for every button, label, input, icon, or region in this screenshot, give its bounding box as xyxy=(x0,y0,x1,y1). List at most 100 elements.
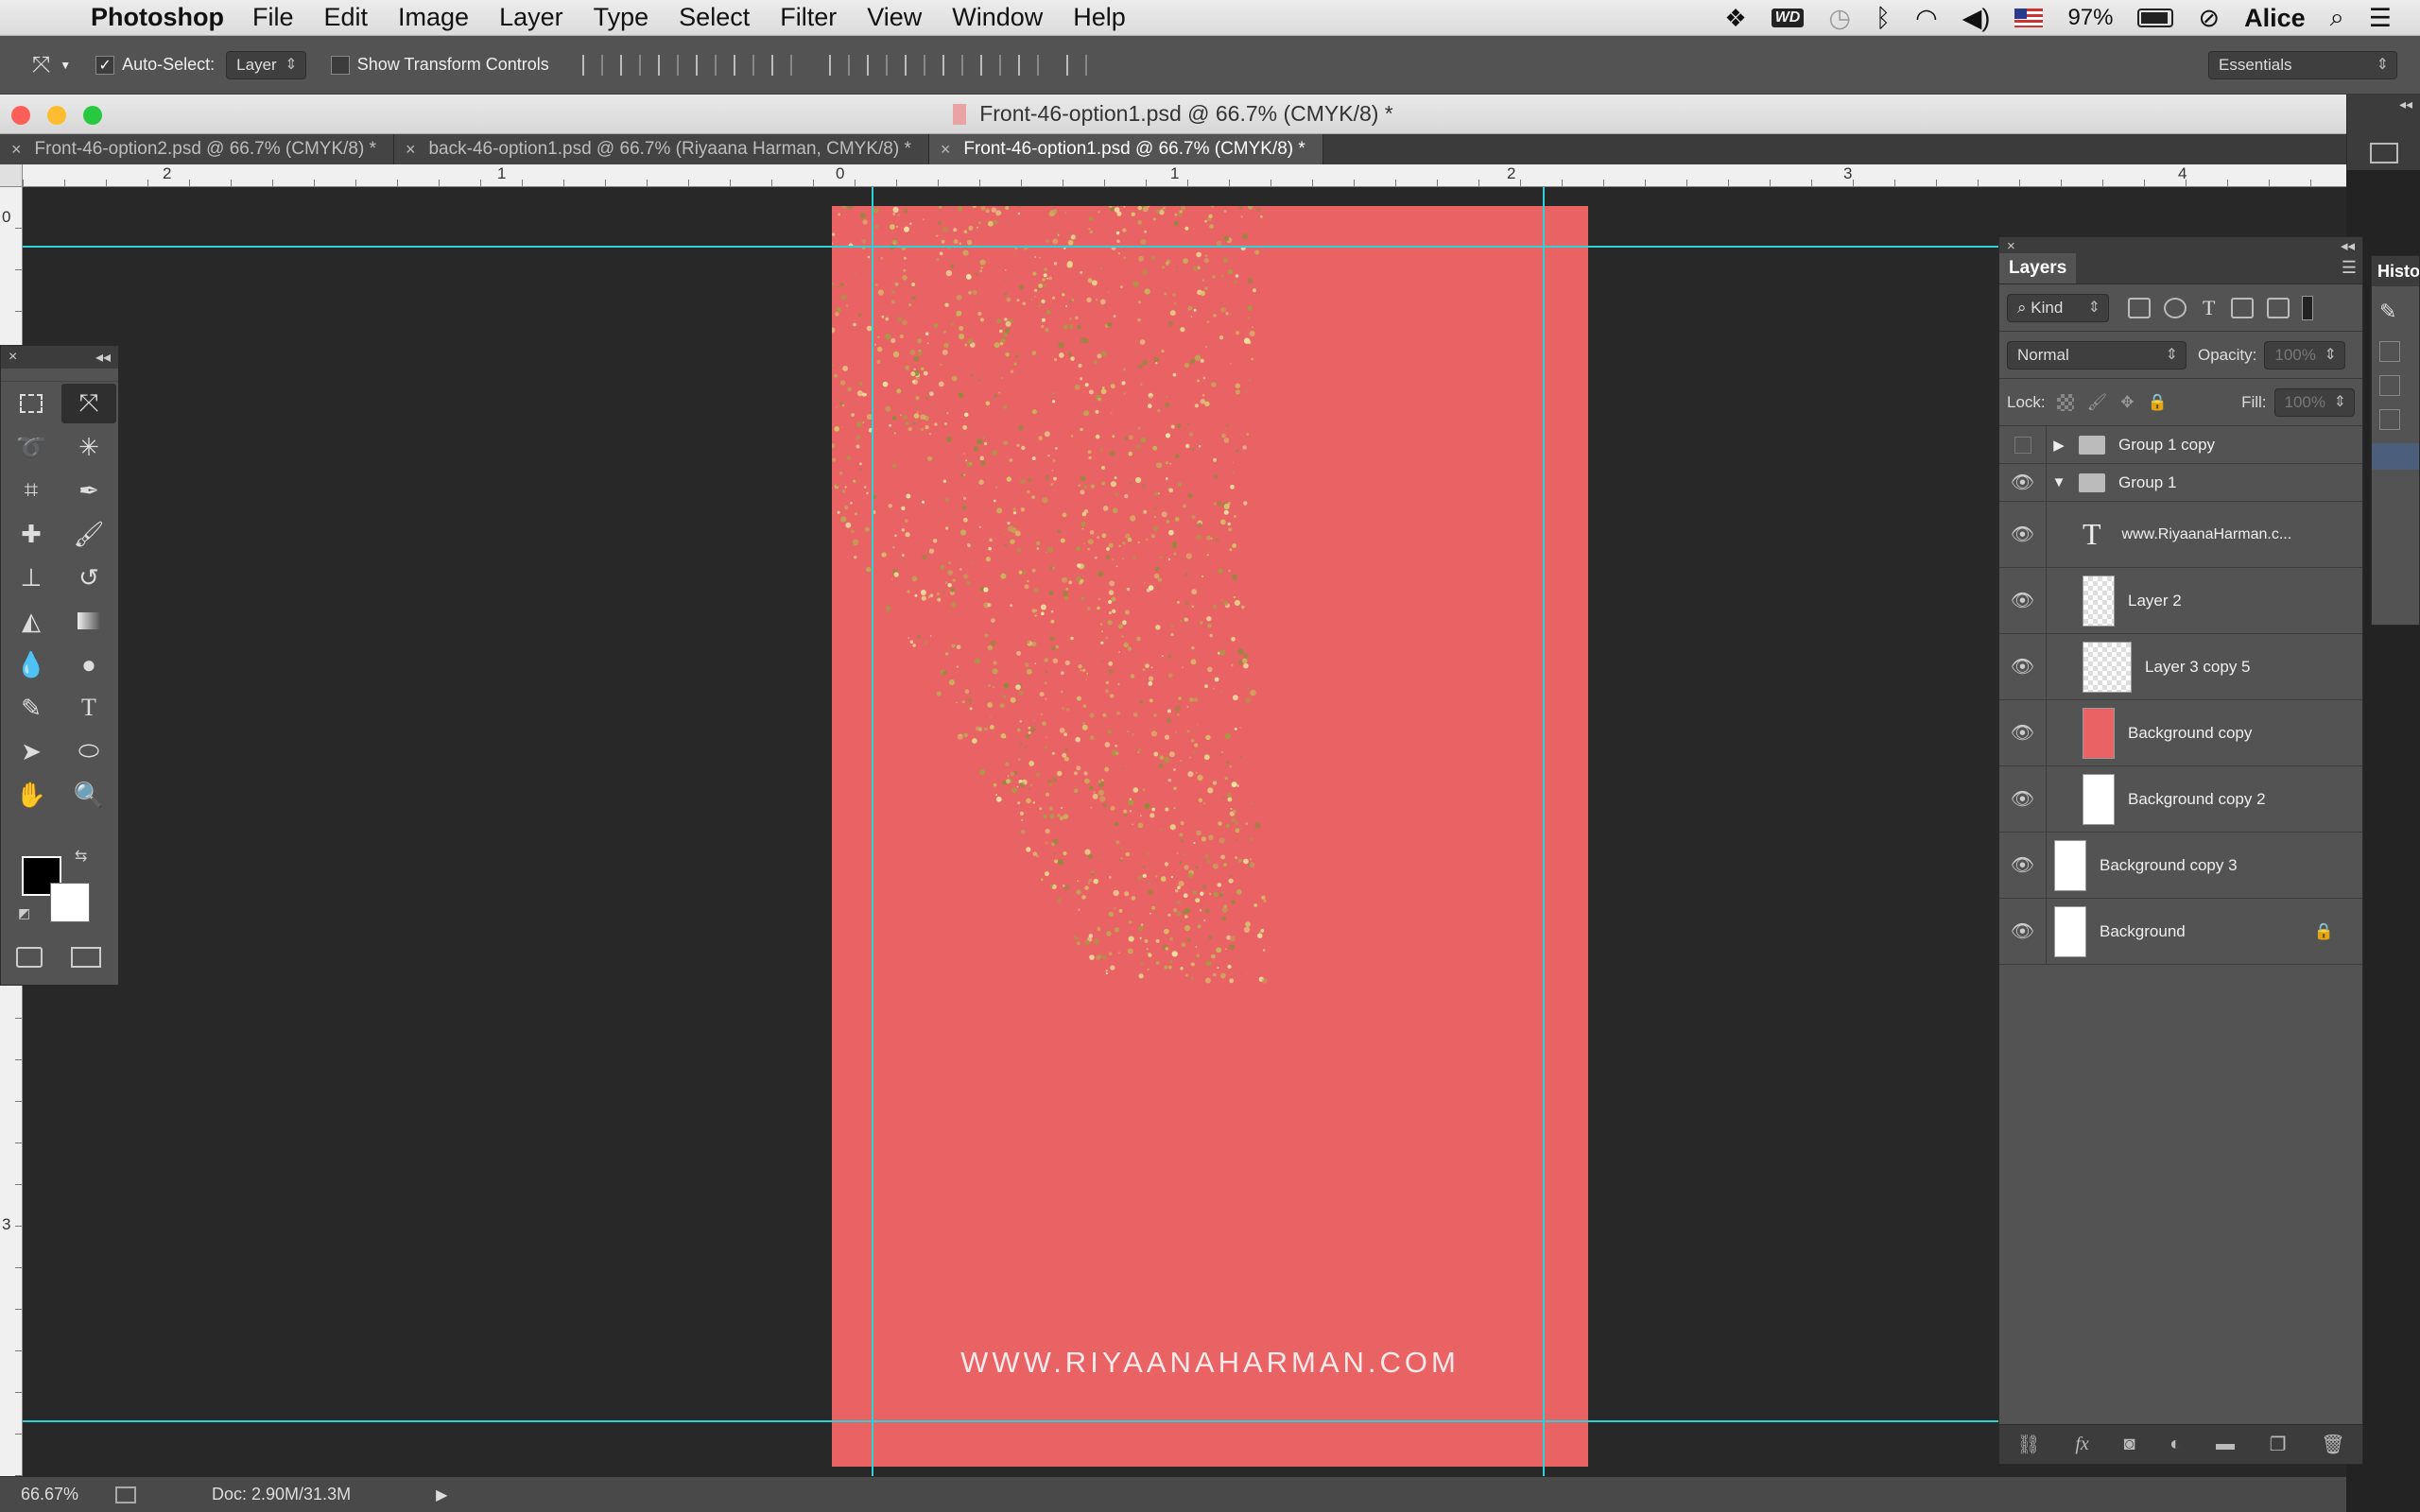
close-panel-icon[interactable]: × xyxy=(2007,238,2015,254)
dodge-icon[interactable]: ● xyxy=(61,644,116,684)
history-brush-icon[interactable]: ↺ xyxy=(61,558,116,597)
zoom-level[interactable]: 66.67% xyxy=(21,1485,102,1504)
minimize-window-button[interactable] xyxy=(47,106,66,125)
crop-icon[interactable]: ⌗ xyxy=(4,471,59,510)
menu-filter[interactable]: Filter xyxy=(780,3,837,32)
layer-row[interactable]: 👁 Background copy 2 xyxy=(1999,766,2362,833)
layer-name[interactable]: Layer 3 copy 5 xyxy=(2145,658,2251,677)
align-left-icon[interactable] xyxy=(695,54,717,76)
type-tool-icon[interactable]: T xyxy=(61,688,116,728)
menu-image[interactable]: Image xyxy=(398,3,469,32)
panel-menu-icon[interactable]: ☰ xyxy=(2342,258,2357,278)
default-colors-icon[interactable]: ◩ xyxy=(18,905,30,921)
collapse-arrow-icon[interactable]: ▼ xyxy=(2047,474,2071,490)
clone-stamp-icon[interactable]: ⊥ xyxy=(4,558,59,597)
doc-tab-1[interactable]: × Front-46-option2.psd @ 66.7% (CMYK/8) … xyxy=(0,134,394,164)
wifi-icon[interactable]: ◠ xyxy=(1915,4,1938,33)
guide-horizontal-top[interactable] xyxy=(23,246,1998,248)
menu-layer[interactable]: Layer xyxy=(499,3,563,32)
menu-help[interactable]: Help xyxy=(1073,3,1126,32)
collapse-panel-icon[interactable]: ◂◂ xyxy=(2341,237,2355,254)
eyedropper-icon[interactable]: ✒ xyxy=(61,471,116,510)
menu-view[interactable]: View xyxy=(867,3,922,32)
app-menu[interactable]: Photoshop xyxy=(91,3,224,32)
auto-select-dropdown[interactable]: Layer xyxy=(226,50,306,79)
tab-layers[interactable]: Layers xyxy=(1999,253,2077,284)
status-menu-arrow-icon[interactable]: ▶ xyxy=(436,1486,447,1504)
menu-edit[interactable]: Edit xyxy=(324,3,369,32)
layer-name[interactable]: Group 1 copy xyxy=(2118,436,2215,455)
layer-row[interactable]: 👁 Layer 2 xyxy=(1999,568,2362,634)
new-adjustment-icon[interactable]: ◐ xyxy=(2169,1434,2181,1455)
layer-name[interactable]: Background xyxy=(2100,922,2186,941)
layer-row[interactable]: 👁 Background copy 3 xyxy=(1999,833,2362,899)
show-transform-checkbox[interactable] xyxy=(330,55,350,75)
path-selection-icon[interactable]: ➤ xyxy=(4,731,59,771)
auto-align-icon[interactable] xyxy=(1065,54,1087,76)
filter-smart-object-icon[interactable] xyxy=(2267,297,2290,318)
magic-wand-icon[interactable]: ✳ xyxy=(61,427,116,467)
visibility-eye-icon[interactable]: 👁 xyxy=(1999,899,2047,964)
move-tool-icon[interactable]: ⤧ xyxy=(61,384,116,423)
blend-mode-dropdown[interactable]: Normal xyxy=(2007,340,2187,369)
spotlight-icon[interactable]: ⌕ xyxy=(2330,3,2344,33)
horizontal-ruler[interactable]: 2 1 0 1 2 3 4 xyxy=(23,164,2346,187)
bluetooth-icon[interactable]: ᛒ xyxy=(1876,4,1891,33)
user-name[interactable]: Alice xyxy=(2244,4,2306,33)
layer-name[interactable]: Group 1 xyxy=(2118,473,2176,492)
volume-icon[interactable]: ◀) xyxy=(1962,4,1991,33)
brush-icon[interactable]: 🖌 xyxy=(61,514,116,554)
filter-kind-dropdown[interactable]: ⌕ Kind xyxy=(2007,293,2109,322)
menu-type[interactable]: Type xyxy=(594,3,649,32)
visibility-toggle-off[interactable] xyxy=(1999,426,2047,463)
layer-row[interactable]: 👁 Layer 3 copy 5 xyxy=(1999,634,2362,700)
distribute-top-icon[interactable] xyxy=(828,54,850,76)
status-info-icon[interactable] xyxy=(115,1486,136,1503)
do-not-disturb-icon[interactable]: ⊘ xyxy=(2198,4,2220,33)
menu-select[interactable]: Select xyxy=(679,3,750,32)
visibility-eye-icon[interactable]: 👁 xyxy=(1999,833,2047,898)
eraser-icon[interactable]: ◭ xyxy=(4,601,59,641)
layer-row[interactable]: 👁 Background 🔒 xyxy=(1999,899,2362,965)
distribute-hcenter-icon[interactable] xyxy=(979,54,1001,76)
layer-row[interactable]: 👁 T www.RiyaanaHarman.c... xyxy=(1999,502,2362,568)
lock-all-icon[interactable]: 🔒 xyxy=(2147,393,2167,412)
filter-pixel-icon[interactable] xyxy=(2128,297,2151,318)
tool-preset-dropdown-icon[interactable]: ▼ xyxy=(60,59,71,72)
menu-file[interactable]: File xyxy=(252,3,294,32)
layer-row[interactable]: ▶ Group 1 copy xyxy=(1999,426,2362,464)
doc-tab-2[interactable]: × back-46-option1.psd @ 66.7% (Riyaana H… xyxy=(393,134,929,164)
move-tool-preset-icon[interactable]: ⤧ xyxy=(32,52,50,78)
lock-pixels-icon[interactable]: 🖌 xyxy=(2087,393,2108,412)
link-layers-icon[interactable]: ⛓ xyxy=(2016,1433,2040,1456)
align-top-icon[interactable] xyxy=(581,54,603,76)
filter-adjustment-icon[interactable] xyxy=(2164,297,2187,318)
add-mask-icon[interactable]: ◙ xyxy=(2123,1434,2135,1455)
pen-icon[interactable]: ✎ xyxy=(4,688,59,728)
history-step[interactable] xyxy=(2379,409,2400,430)
layer-name[interactable]: Background copy 2 xyxy=(2128,790,2266,809)
guide-horizontal-bottom[interactable] xyxy=(23,1420,1998,1422)
hand-icon[interactable]: ✋ xyxy=(4,775,59,815)
layer-name[interactable]: www.RiyaanaHarman.c... xyxy=(2122,526,2292,543)
visibility-eye-icon[interactable]: 👁 xyxy=(1999,464,2047,501)
zoom-icon[interactable]: 🔍 xyxy=(61,775,116,815)
layer-row[interactable]: 👁 Background copy xyxy=(1999,700,2362,766)
distribute-bottom-icon[interactable] xyxy=(904,54,925,76)
time-machine-icon[interactable]: ◷ xyxy=(1828,4,1851,33)
delete-layer-icon[interactable]: 🗑 xyxy=(2321,1433,2344,1456)
visibility-eye-icon[interactable]: 👁 xyxy=(1999,568,2047,633)
visibility-eye-icon[interactable]: 👁 xyxy=(1999,502,2047,567)
distribute-vcenter-icon[interactable] xyxy=(866,54,888,76)
ellipse-icon[interactable]: ⬭ xyxy=(61,731,116,771)
workspace-dropdown[interactable]: Essentials xyxy=(2208,51,2397,79)
lock-position-icon[interactable]: ✥ xyxy=(2120,393,2134,412)
close-window-button[interactable] xyxy=(11,106,30,125)
close-panel-icon[interactable]: × xyxy=(9,349,17,366)
filter-toggle-icon[interactable] xyxy=(2302,295,2314,320)
fill-input[interactable]: 100% xyxy=(2273,387,2355,417)
layer-name[interactable]: Background copy 3 xyxy=(2100,856,2238,875)
expand-arrow-icon[interactable]: ▶ xyxy=(2047,437,2071,454)
visibility-eye-icon[interactable]: 👁 xyxy=(1999,766,2047,832)
gradient-icon[interactable] xyxy=(61,601,116,641)
